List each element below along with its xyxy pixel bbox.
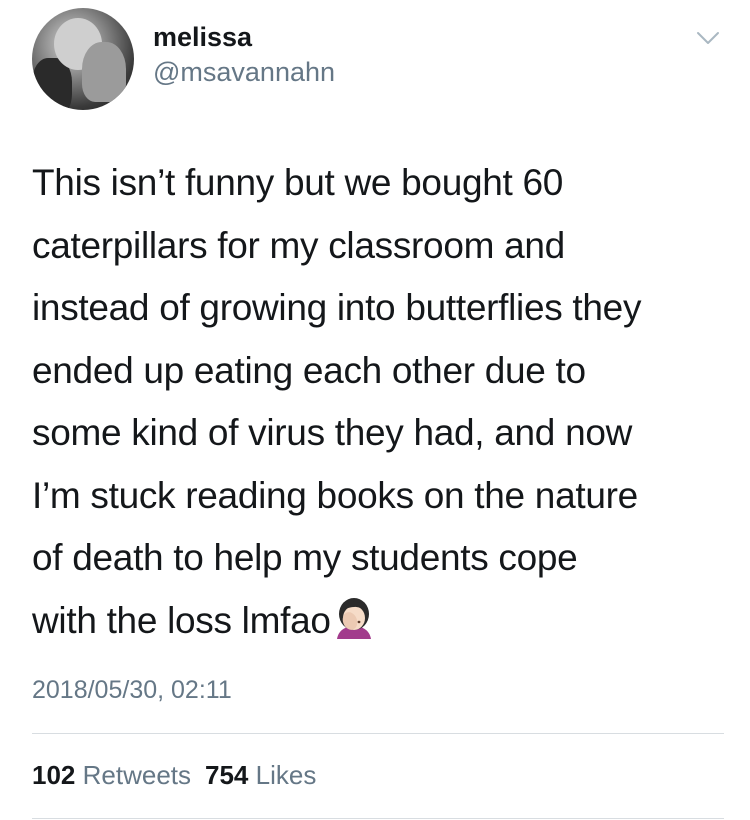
avatar[interactable] (32, 8, 134, 110)
tweet-text: This isn’t funny but we bought 60 caterp… (32, 152, 722, 652)
tweet-line: some kind of virus they had, and now (32, 412, 633, 453)
tweet-line: with the loss lmfao (32, 599, 331, 641)
chevron-down-icon[interactable] (696, 30, 720, 46)
likes-label[interactable]: Likes (256, 760, 317, 790)
tweet-line: caterpillars for my classroom and (32, 224, 565, 266)
likes-count[interactable]: 754 (205, 760, 248, 790)
retweets-label[interactable]: Retweets (83, 760, 191, 790)
divider (32, 818, 724, 819)
divider (32, 733, 724, 734)
face-palm-emoji (336, 597, 371, 639)
tweet-timestamp[interactable]: 2018/05/30, 02:11 (32, 675, 232, 705)
user-handle[interactable]: @msavannahn (153, 57, 335, 87)
tweet-line: of death to help my students cope (32, 537, 578, 578)
avatar-shape (82, 42, 126, 102)
tweet-line: instead of growing into butterflies they (32, 287, 642, 328)
tweet-stats: 102 Retweets 754 Likes (32, 760, 316, 790)
retweets-count[interactable]: 102 (32, 760, 75, 790)
tweet-card: melissa @msavannahn This isn’t funny but… (0, 0, 750, 820)
tweet-line: This isn’t funny but we bought 60 (32, 162, 564, 203)
tweet-line: I’m stuck reading books on the nature (32, 474, 638, 516)
tweet-line: ended up eating each other due to (32, 349, 586, 391)
display-name[interactable]: melissa (153, 22, 252, 52)
